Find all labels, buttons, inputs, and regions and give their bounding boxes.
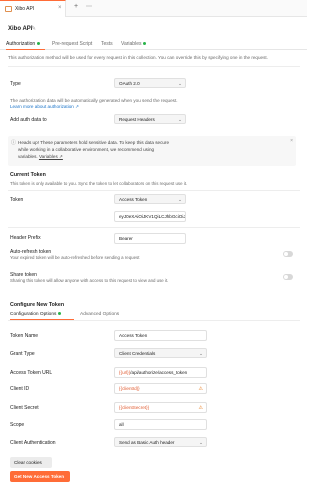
token-name-field[interactable]: Access Token: [114, 330, 207, 341]
config-dot-icon: [58, 312, 62, 316]
request-tab-title: Xibo API: [15, 6, 35, 12]
learn-more-link[interactable]: Learn more about authorization ↗: [10, 104, 79, 110]
tab-variables[interactable]: Variables: [121, 41, 147, 47]
collection-subtabs: Authorization Pre-request Script Tests V…: [0, 38, 307, 50]
type-label: Type: [10, 81, 21, 87]
url-variable: {{url}}: [119, 370, 131, 375]
chevron-down-icon: ⌄: [199, 351, 203, 356]
token-name-label: Token Name: [10, 333, 39, 339]
divider: [8, 190, 300, 191]
add-auth-value: Request Headers: [119, 117, 155, 122]
auth-type-select[interactable]: OAuth 2.0 ⌄: [114, 78, 186, 88]
chevron-down-icon: ⌄: [178, 197, 182, 202]
configure-title: Configure New Token: [10, 302, 65, 308]
request-tab[interactable]: Xibo API ×: [0, 0, 66, 17]
heads-up-line2: while working in a collaborative environ…: [18, 147, 155, 152]
chevron-down-icon: ⌄: [178, 81, 182, 86]
client-secret-label: Client Secret: [10, 405, 39, 411]
new-tab-button[interactable]: +: [74, 3, 78, 10]
tab-advanced-options[interactable]: Advanced Options: [80, 312, 119, 317]
tab-configuration-options[interactable]: Configuration Options: [10, 312, 62, 317]
token-value-field[interactable]: eyJ0eXAiOiJKV1QiLCJhbGciOiJSUzI: [114, 211, 186, 222]
auth-desc: The authorization data will be automatic…: [10, 98, 178, 103]
close-icon[interactable]: ×: [290, 138, 293, 144]
chevron-down-icon: ⌄: [178, 117, 182, 122]
grant-type-label: Grant Type: [10, 351, 35, 357]
add-auth-label: Add auth data to: [10, 117, 47, 123]
divider: [8, 66, 300, 67]
current-token-title: Current Token: [10, 172, 46, 178]
active-tab-underline: [6, 49, 45, 50]
client-secret-value: {{clientSecret}}: [119, 405, 150, 410]
heads-up-line3: variables. Variables ↗: [18, 154, 63, 159]
access-token-url-label: Access Token URL: [10, 370, 53, 376]
tab-pre-request-script[interactable]: Pre-request Script: [52, 41, 92, 47]
get-new-access-token-button[interactable]: Get New Access Token: [10, 471, 70, 482]
collection-icon: [5, 6, 12, 12]
client-id-value: {{clientId}}: [119, 386, 140, 391]
header-prefix-label: Header Prefix: [10, 235, 41, 241]
warning-icon: ⚠: [198, 405, 203, 411]
token-label: Token: [10, 197, 24, 203]
clear-cookies-button[interactable]: Clear cookies: [10, 457, 52, 468]
variables-link[interactable]: Variables ↗: [39, 154, 63, 159]
divider: [8, 320, 300, 321]
info-icon: ⓘ: [11, 140, 17, 146]
scope-label: Scope: [10, 422, 25, 428]
divider: [8, 227, 300, 228]
close-tab-icon[interactable]: ×: [58, 5, 62, 11]
client-auth-value: Send as Basic Auth header: [119, 440, 175, 445]
share-token-toggle[interactable]: [283, 274, 293, 280]
access-token-url-field[interactable]: {{url}}/api/authorize/access_token: [114, 367, 207, 378]
scope-field[interactable]: all: [114, 419, 207, 430]
tab-tests[interactable]: Tests: [101, 41, 113, 47]
collection-name: Xibo API: [8, 26, 33, 32]
more-tabs-icon[interactable]: ⋯: [86, 3, 92, 10]
heads-up-line1: Heads up! These parameters hold sensitiv…: [18, 140, 170, 145]
client-id-field[interactable]: {{clientId}} ⚠: [114, 383, 207, 394]
tab-authorization[interactable]: Authorization: [6, 41, 41, 47]
header-prefix-field[interactable]: Bearer: [114, 233, 186, 244]
auto-refresh-desc: Your expired token will be auto-refreshe…: [10, 255, 140, 260]
grant-type-value: Client Credentials: [119, 351, 156, 356]
client-auth-select[interactable]: Send as Basic Auth header ⌄: [114, 437, 207, 447]
current-token-desc: This token is only available to you. Syn…: [10, 181, 188, 186]
client-secret-field[interactable]: {{clientSecret}} ⚠: [114, 402, 207, 413]
share-token-desc: Sharing this token will allow anyone wit…: [10, 278, 169, 283]
variables-dot-icon: [143, 42, 147, 46]
heads-up-box: ⓘ Heads up! These parameters hold sensit…: [8, 136, 296, 166]
url-path: /api/authorize/access_token: [130, 370, 188, 375]
grant-type-select[interactable]: Client Credentials ⌄: [114, 348, 207, 358]
active-dot-icon: [37, 42, 41, 46]
token-select[interactable]: Access Token ⌄: [114, 194, 186, 204]
warning-icon: ⚠: [198, 386, 203, 392]
add-auth-select[interactable]: Request Headers ⌄: [114, 114, 186, 124]
client-auth-label: Client Authentication: [10, 440, 56, 446]
client-id-label: Client ID: [10, 386, 30, 392]
auth-type-value: OAuth 2.0: [119, 81, 140, 86]
auth-note: This authorization method will be used f…: [8, 55, 268, 60]
chevron-down-icon: ⌄: [199, 440, 203, 445]
request-tab-strip: Xibo API × + ⋯: [0, 0, 307, 17]
token-select-value: Access Token: [119, 197, 148, 202]
auto-refresh-toggle[interactable]: [283, 251, 293, 257]
edit-name-icon[interactable]: ✎: [31, 25, 36, 32]
